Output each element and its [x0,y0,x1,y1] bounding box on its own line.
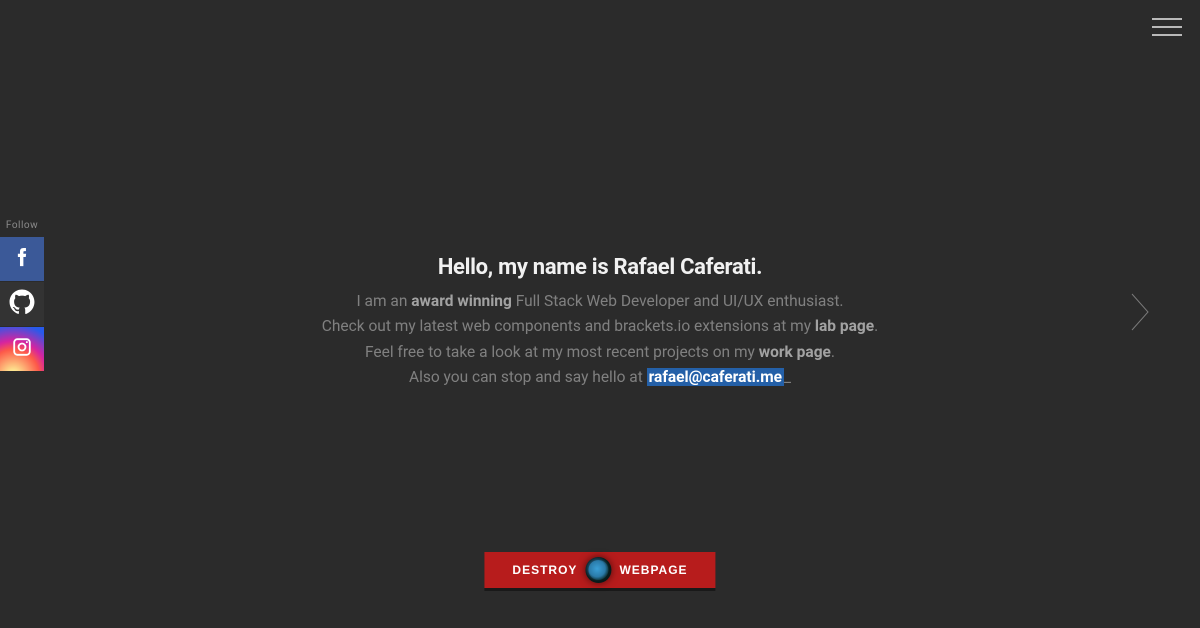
hero-line-1: I am an award winning Full Stack Web Dev… [150,290,1050,313]
email-link[interactable]: rafael@caferati.me [647,368,784,386]
hero-line-2: Check out my latest web components and b… [150,315,1050,338]
hero-line-1-prefix: I am an [356,292,411,310]
lab-page-link[interactable]: lab page [815,317,874,335]
destroy-label-right: WEBPAGE [619,563,687,577]
destroy-button-wrap: DESTROY WEBPAGE [484,552,715,588]
typing-cursor: _ [784,368,791,386]
hamburger-line [1152,18,1182,20]
destroy-label-left: DESTROY [512,563,577,577]
social-rail: Follow [0,220,44,371]
github-icon [9,289,35,319]
hero-line-2-prefix: Check out my latest web components and b… [322,317,815,335]
instagram-icon [11,336,33,362]
hero-title: Hello, my name is Rafael Caferati. [150,255,1050,280]
hamburger-menu-button[interactable] [1152,18,1182,36]
hero-line-1-bold: award winning [411,292,512,310]
chevron-right-icon [1128,290,1152,338]
facebook-link[interactable] [0,237,44,281]
instagram-link[interactable] [0,327,44,371]
follow-label: Follow [0,220,44,231]
hamburger-line [1152,26,1182,28]
hero-line-3-prefix: Feel free to take a look at my most rece… [365,343,759,361]
work-page-link[interactable]: work page [759,343,831,361]
hero-line-1-suffix: Full Stack Web Developer and UI/UX enthu… [512,292,844,310]
github-link[interactable] [0,281,44,327]
hero-line-3-suffix: . [831,343,835,361]
hero-line-2-suffix: . [874,317,878,335]
hamburger-line [1152,34,1182,36]
hero-line-4-prefix: Also you can stop and say hello at [409,368,647,386]
hero-line-4: Also you can stop and say hello at rafae… [150,366,1050,389]
facebook-icon [11,246,33,272]
tank-icon [585,557,611,583]
hero-line-3: Feel free to take a look at my most rece… [150,341,1050,364]
hero-section: Hello, my name is Rafael Caferati. I am … [150,255,1050,391]
next-slide-button[interactable] [1120,284,1160,344]
destroy-webpage-button[interactable]: DESTROY WEBPAGE [484,552,715,588]
